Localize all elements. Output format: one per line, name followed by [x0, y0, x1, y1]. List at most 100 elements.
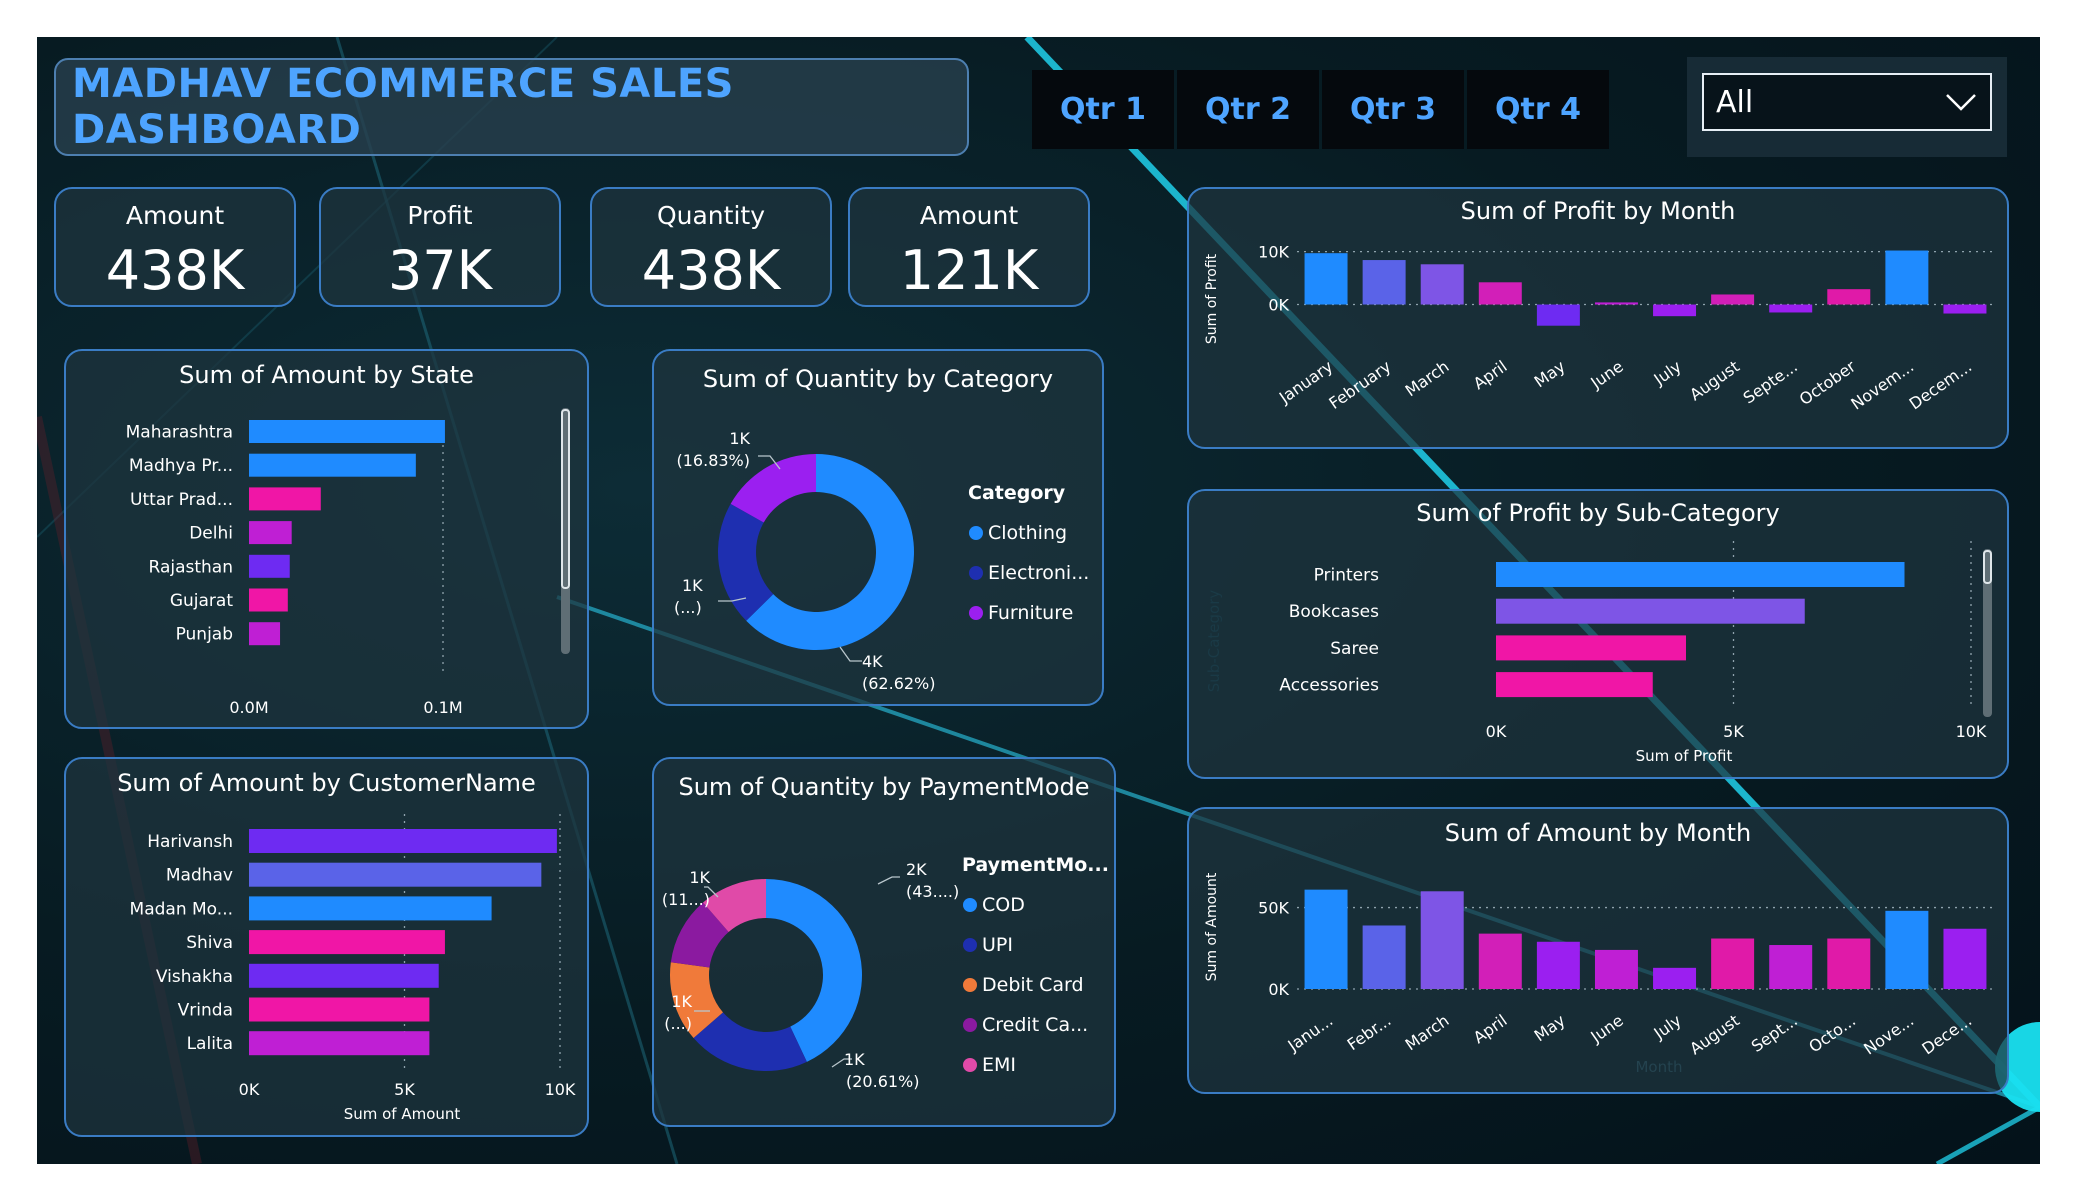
qtr-2-button[interactable]: Qtr 2: [1177, 70, 1319, 149]
x-axis-title: Month: [1635, 1058, 1682, 1076]
dashboard-canvas: MADHAV ECOMMERCE SALES DASHBOARD Qtr 1 Q…: [37, 37, 2040, 1164]
data-label-value: 1K: [682, 576, 703, 595]
dashboard-title-box: MADHAV ECOMMERCE SALES DASHBOARD: [54, 58, 969, 156]
legend-title: PaymentMo...: [962, 854, 1109, 876]
legend-label: Clothing: [988, 522, 1067, 544]
data-label-percent: (62.62%): [862, 674, 936, 693]
profit-by-month-chart: 0K10KJanuaryFebruary March April May June Jul…: [1204, 243, 1994, 414]
kpi-value: 438K: [105, 239, 245, 302]
qtr-1-button[interactable]: Qtr 1: [1032, 70, 1174, 149]
qtr-3-button[interactable]: Qtr 3: [1322, 70, 1464, 149]
x-tick-label: 0.0M: [229, 698, 268, 717]
data-label-percent: (...): [664, 1014, 692, 1033]
category-label: Bookcases: [1289, 602, 1379, 622]
x-tick-label: Octo...: [1805, 1011, 1859, 1057]
legend-label: EMI: [982, 1054, 1016, 1076]
y-axis-title: Sum of Profit: [1204, 253, 1220, 344]
bar: [249, 930, 445, 955]
data-label-percent: (43....): [906, 882, 959, 901]
data-label-percent: (16.83%): [677, 451, 751, 470]
bar: [249, 521, 292, 545]
category-label: Accessories: [1279, 676, 1379, 696]
category-label: Saree: [1330, 639, 1379, 659]
y-tick-label: 0K: [1268, 296, 1289, 315]
x-tick-label: April: [1470, 357, 1511, 394]
legend-label: Electroni...: [988, 562, 1089, 584]
bar: [1496, 635, 1686, 661]
legend-marker: [969, 606, 983, 620]
legend-label: UPI: [982, 934, 1013, 956]
bar: [249, 1031, 430, 1056]
x-tick-label: April: [1470, 1011, 1511, 1048]
quantity-by-paymentmode-chart: PaymentMo... COD UPI Debit Card Credit Ca...…: [662, 854, 1109, 1091]
x-tick-label: 0K: [239, 1080, 260, 1099]
y-axis-title: Sub-Category: [1205, 590, 1223, 693]
bar: [1536, 304, 1580, 326]
bar: [1594, 302, 1638, 305]
kpi-card-quantity: Quantity 438K: [590, 187, 832, 307]
data-label-value: 1K: [689, 868, 710, 887]
data-label-percent: (...): [674, 598, 702, 617]
kpi-value: 37K: [387, 239, 493, 302]
chevron-down-icon[interactable]: [1944, 89, 1978, 113]
legend-marker: [963, 1058, 977, 1072]
dropdown-slicer-container: All: [1687, 57, 2007, 157]
y-tick-label: 10K: [1258, 243, 1289, 262]
qtr-4-button[interactable]: Qtr 4: [1467, 70, 1609, 149]
bar: [249, 622, 281, 646]
kpi-label: Amount: [919, 201, 1019, 230]
profit-by-subcategory-chart: 0K 5K 10K Printers Bookcases Saree Accessories…: [1205, 541, 1992, 765]
x-tick-label: 0K: [1486, 722, 1507, 741]
x-tick-label: June: [1586, 357, 1626, 393]
quantity-by-category-chart: Category Clothing Electroni... Furniture 4K (…: [674, 429, 1089, 693]
bar: [1827, 938, 1871, 989]
bar: [1496, 672, 1653, 698]
kpi-card-profit: Profit 37K: [319, 187, 561, 307]
x-tick-label: July: [1650, 1011, 1685, 1044]
bar: [1362, 260, 1406, 305]
bar: [1362, 925, 1406, 989]
x-tick-label: February: [1325, 357, 1394, 413]
bar: [1943, 928, 1987, 989]
panel-amount-by-month: Sum of Amount by Month 0K 50K Janu... Febr.…: [1187, 807, 2009, 1094]
x-tick-label: Decem...: [1906, 357, 1976, 414]
kpi-label: Quantity: [656, 201, 766, 230]
kpi-card-amount: Amount 438K: [54, 187, 296, 307]
panel-quantity-by-category: Sum of Quantity by Category Category Clot…: [652, 349, 1104, 706]
y-tick-label: 50K: [1258, 899, 1289, 918]
kpi-label: Profit: [407, 201, 473, 230]
x-tick-label: Novem...: [1847, 357, 1917, 414]
category-label: Vishakha: [156, 967, 233, 987]
x-tick-label: August: [1686, 1011, 1743, 1059]
bar: [1420, 891, 1464, 989]
data-label-value: 1K: [729, 429, 750, 448]
x-tick-label: 5K: [394, 1080, 415, 1099]
category-label: Madan Mo...: [130, 899, 233, 919]
category-label: Rajasthan: [149, 557, 234, 577]
amount-by-month-chart: 0K 50K Janu... Febr... March April May June July…: [1204, 872, 1994, 1076]
legend-marker: [963, 978, 977, 992]
bar: [1943, 304, 1987, 314]
data-label-value: 2K: [906, 860, 927, 879]
bar: [249, 453, 416, 477]
x-axis-title: Sum of Amount: [344, 1105, 461, 1123]
x-tick-label: June: [1586, 1011, 1626, 1047]
bar: [1536, 941, 1580, 989]
data-label-leader: [839, 646, 862, 662]
bar: [249, 487, 321, 511]
bar: [1478, 933, 1522, 989]
category-label: Printers: [1314, 566, 1380, 586]
x-axis-title: Sum of Profit: [1636, 747, 1733, 765]
bar: [1885, 250, 1929, 305]
x-tick-label: 5K: [1723, 722, 1744, 741]
data-label-percent: (20.61%): [846, 1072, 920, 1091]
x-tick-label: Janu...: [1284, 1011, 1337, 1056]
category-label: Maharashtra: [126, 423, 233, 443]
bar: [249, 420, 445, 443]
category-label: Shiva: [186, 933, 233, 953]
quarter-slicer: Qtr 1 Qtr 2 Qtr 3 Qtr 4: [1032, 70, 1609, 149]
dropdown-slicer[interactable]: All: [1702, 73, 1992, 131]
x-tick-label: Dece...: [1918, 1011, 1975, 1059]
panel-quantity-by-paymentmode: Sum of Quantity by PaymentMode PaymentMo…: [652, 757, 1116, 1127]
legend-label: Debit Card: [982, 974, 1084, 996]
